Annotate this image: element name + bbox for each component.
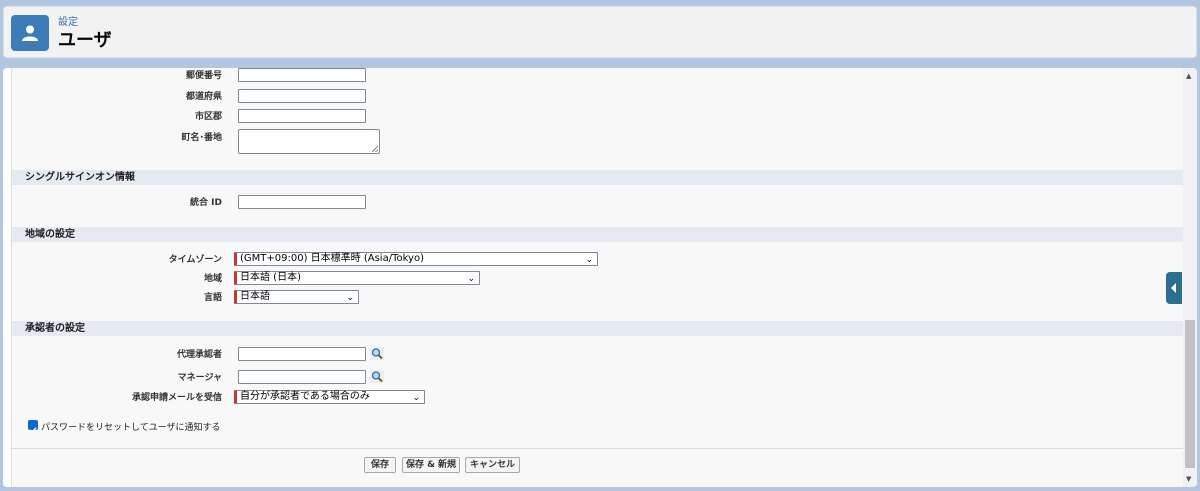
language-label: 言語 — [203, 293, 222, 303]
language-value: 日本語 — [240, 291, 270, 302]
postal-code-label: 郵便番号 — [185, 71, 222, 81]
approval-email-select[interactable]: 自分が承認者である場合のみ ⌄ — [234, 390, 425, 404]
city-input[interactable] — [238, 109, 366, 123]
chevron-down-icon: ⌄ — [412, 393, 420, 403]
timezone-value: (GMT+09:00) 日本標準時 (Asia/Tokyo) — [240, 253, 424, 264]
delegate-approver-input[interactable] — [238, 347, 366, 361]
chevron-down-icon: ⌄ — [467, 274, 475, 284]
locale-section-header: 地域の設定 — [12, 227, 1184, 242]
approval-email-value: 自分が承認者である場合のみ — [240, 391, 370, 402]
postal-code-input[interactable] — [238, 68, 366, 82]
vertical-scrollbar[interactable]: ▲ ▼ — [1183, 68, 1197, 487]
form-content: 郵便番号 都道府県 市区郡 町名･番地 シングルサインオン情報 統合 ID 地域… — [11, 68, 1185, 487]
delegate-approver-label: 代理承認者 — [176, 350, 222, 360]
timezone-select[interactable]: (GMT+09:00) 日本標準時 (Asia/Tokyo) ⌄ — [234, 252, 598, 266]
approval-email-label: 承認申請メールを受信 — [131, 393, 222, 403]
scroll-up-icon[interactable]: ▲ — [1186, 72, 1191, 80]
prefecture-label: 都道府県 — [185, 92, 222, 102]
language-select[interactable]: 日本語 ⌄ — [234, 290, 359, 304]
region-value: 日本語 (日本) — [240, 272, 301, 283]
scrollbar-thumb[interactable] — [1185, 320, 1195, 468]
chevron-left-icon — [1171, 283, 1176, 293]
reset-password-label: パスワードをリセットしてユーザに通知する — [41, 423, 221, 433]
timezone-label: タイムゾーン — [168, 255, 222, 265]
region-label: 地域 — [203, 274, 222, 284]
user-edit-panel: 郵便番号 都道府県 市区郡 町名･番地 シングルサインオン情報 統合 ID 地域… — [3, 68, 1197, 487]
street-label: 町名･番地 — [181, 133, 222, 143]
sidebar-toggle-button[interactable] — [1166, 272, 1182, 304]
checkmark-icon — [29, 427, 37, 434]
manager-label: マネージャ — [177, 373, 222, 383]
user-icon — [11, 15, 49, 51]
federation-id-label: 統合 ID — [190, 198, 222, 208]
chevron-down-icon: ⌄ — [585, 255, 593, 265]
manager-input[interactable] — [238, 370, 366, 384]
footer-divider — [12, 448, 1184, 449]
lookup-magnifier-icon[interactable] — [370, 347, 384, 360]
street-textarea[interactable] — [238, 129, 380, 154]
resize-grip-icon[interactable] — [372, 146, 378, 152]
page-header: 設定 ユーザ — [3, 6, 1197, 58]
save-new-button[interactable]: 保存 & 新規 — [402, 457, 460, 473]
federation-id-input[interactable] — [238, 195, 366, 209]
city-label: 市区郡 — [194, 112, 222, 122]
cancel-button[interactable]: キャンセル — [465, 457, 520, 473]
sso-section-header: シングルサインオン情報 — [12, 170, 1184, 185]
page-title: ユーザ — [58, 30, 112, 51]
save-button[interactable]: 保存 — [364, 457, 396, 473]
scroll-down-icon[interactable]: ▼ — [1186, 475, 1191, 483]
reset-password-checkbox[interactable] — [28, 420, 38, 434]
chevron-down-icon: ⌄ — [346, 293, 354, 303]
lookup-magnifier-icon[interactable] — [370, 370, 384, 383]
region-select[interactable]: 日本語 (日本) ⌄ — [234, 271, 480, 285]
prefecture-input[interactable] — [238, 89, 366, 103]
approver-section-header: 承認者の設定 — [12, 321, 1184, 336]
